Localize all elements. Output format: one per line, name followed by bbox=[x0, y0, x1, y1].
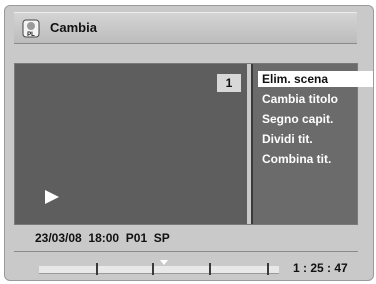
title-number-badge: 1 bbox=[217, 74, 241, 92]
title-bar: PL Cambia bbox=[14, 12, 357, 44]
edit-menu: Elim. scena Cambia titolo Segno capit. D… bbox=[251, 64, 373, 224]
recording-mode: SP bbox=[153, 231, 170, 245]
page-title: Cambia bbox=[50, 20, 97, 35]
elapsed-time: 1 : 25 : 47 bbox=[293, 261, 348, 275]
chapter-mark bbox=[267, 263, 269, 275]
timeline-bar[interactable] bbox=[39, 266, 279, 274]
icon-text: PL bbox=[27, 32, 35, 38]
recording-date: 23/03/08 bbox=[35, 231, 82, 245]
recording-time: 18:00 bbox=[88, 231, 120, 245]
chapter-mark bbox=[152, 263, 154, 275]
info-bar: 23/03/08 18:00 P01 SP bbox=[14, 228, 357, 250]
recording-info: 23/03/08 18:00 P01 SP bbox=[35, 231, 170, 245]
menu-item-elim-scena[interactable]: Elim. scena bbox=[258, 71, 373, 87]
chapter-mark bbox=[209, 263, 211, 275]
menu-item-cambia-titolo[interactable]: Cambia titolo bbox=[258, 91, 373, 107]
playlist-pl-icon: PL bbox=[22, 19, 40, 38]
play-icon bbox=[45, 190, 59, 204]
menu-item-dividi-tit[interactable]: Dividi tit. bbox=[258, 131, 373, 147]
position-cursor-icon bbox=[160, 260, 168, 265]
menu-item-segno-capit[interactable]: Segno capit. bbox=[258, 111, 373, 127]
menu-item-combina-tit[interactable]: Combina tit. bbox=[258, 151, 373, 167]
program-number: P01 bbox=[125, 231, 148, 245]
chapter-mark bbox=[96, 263, 98, 275]
